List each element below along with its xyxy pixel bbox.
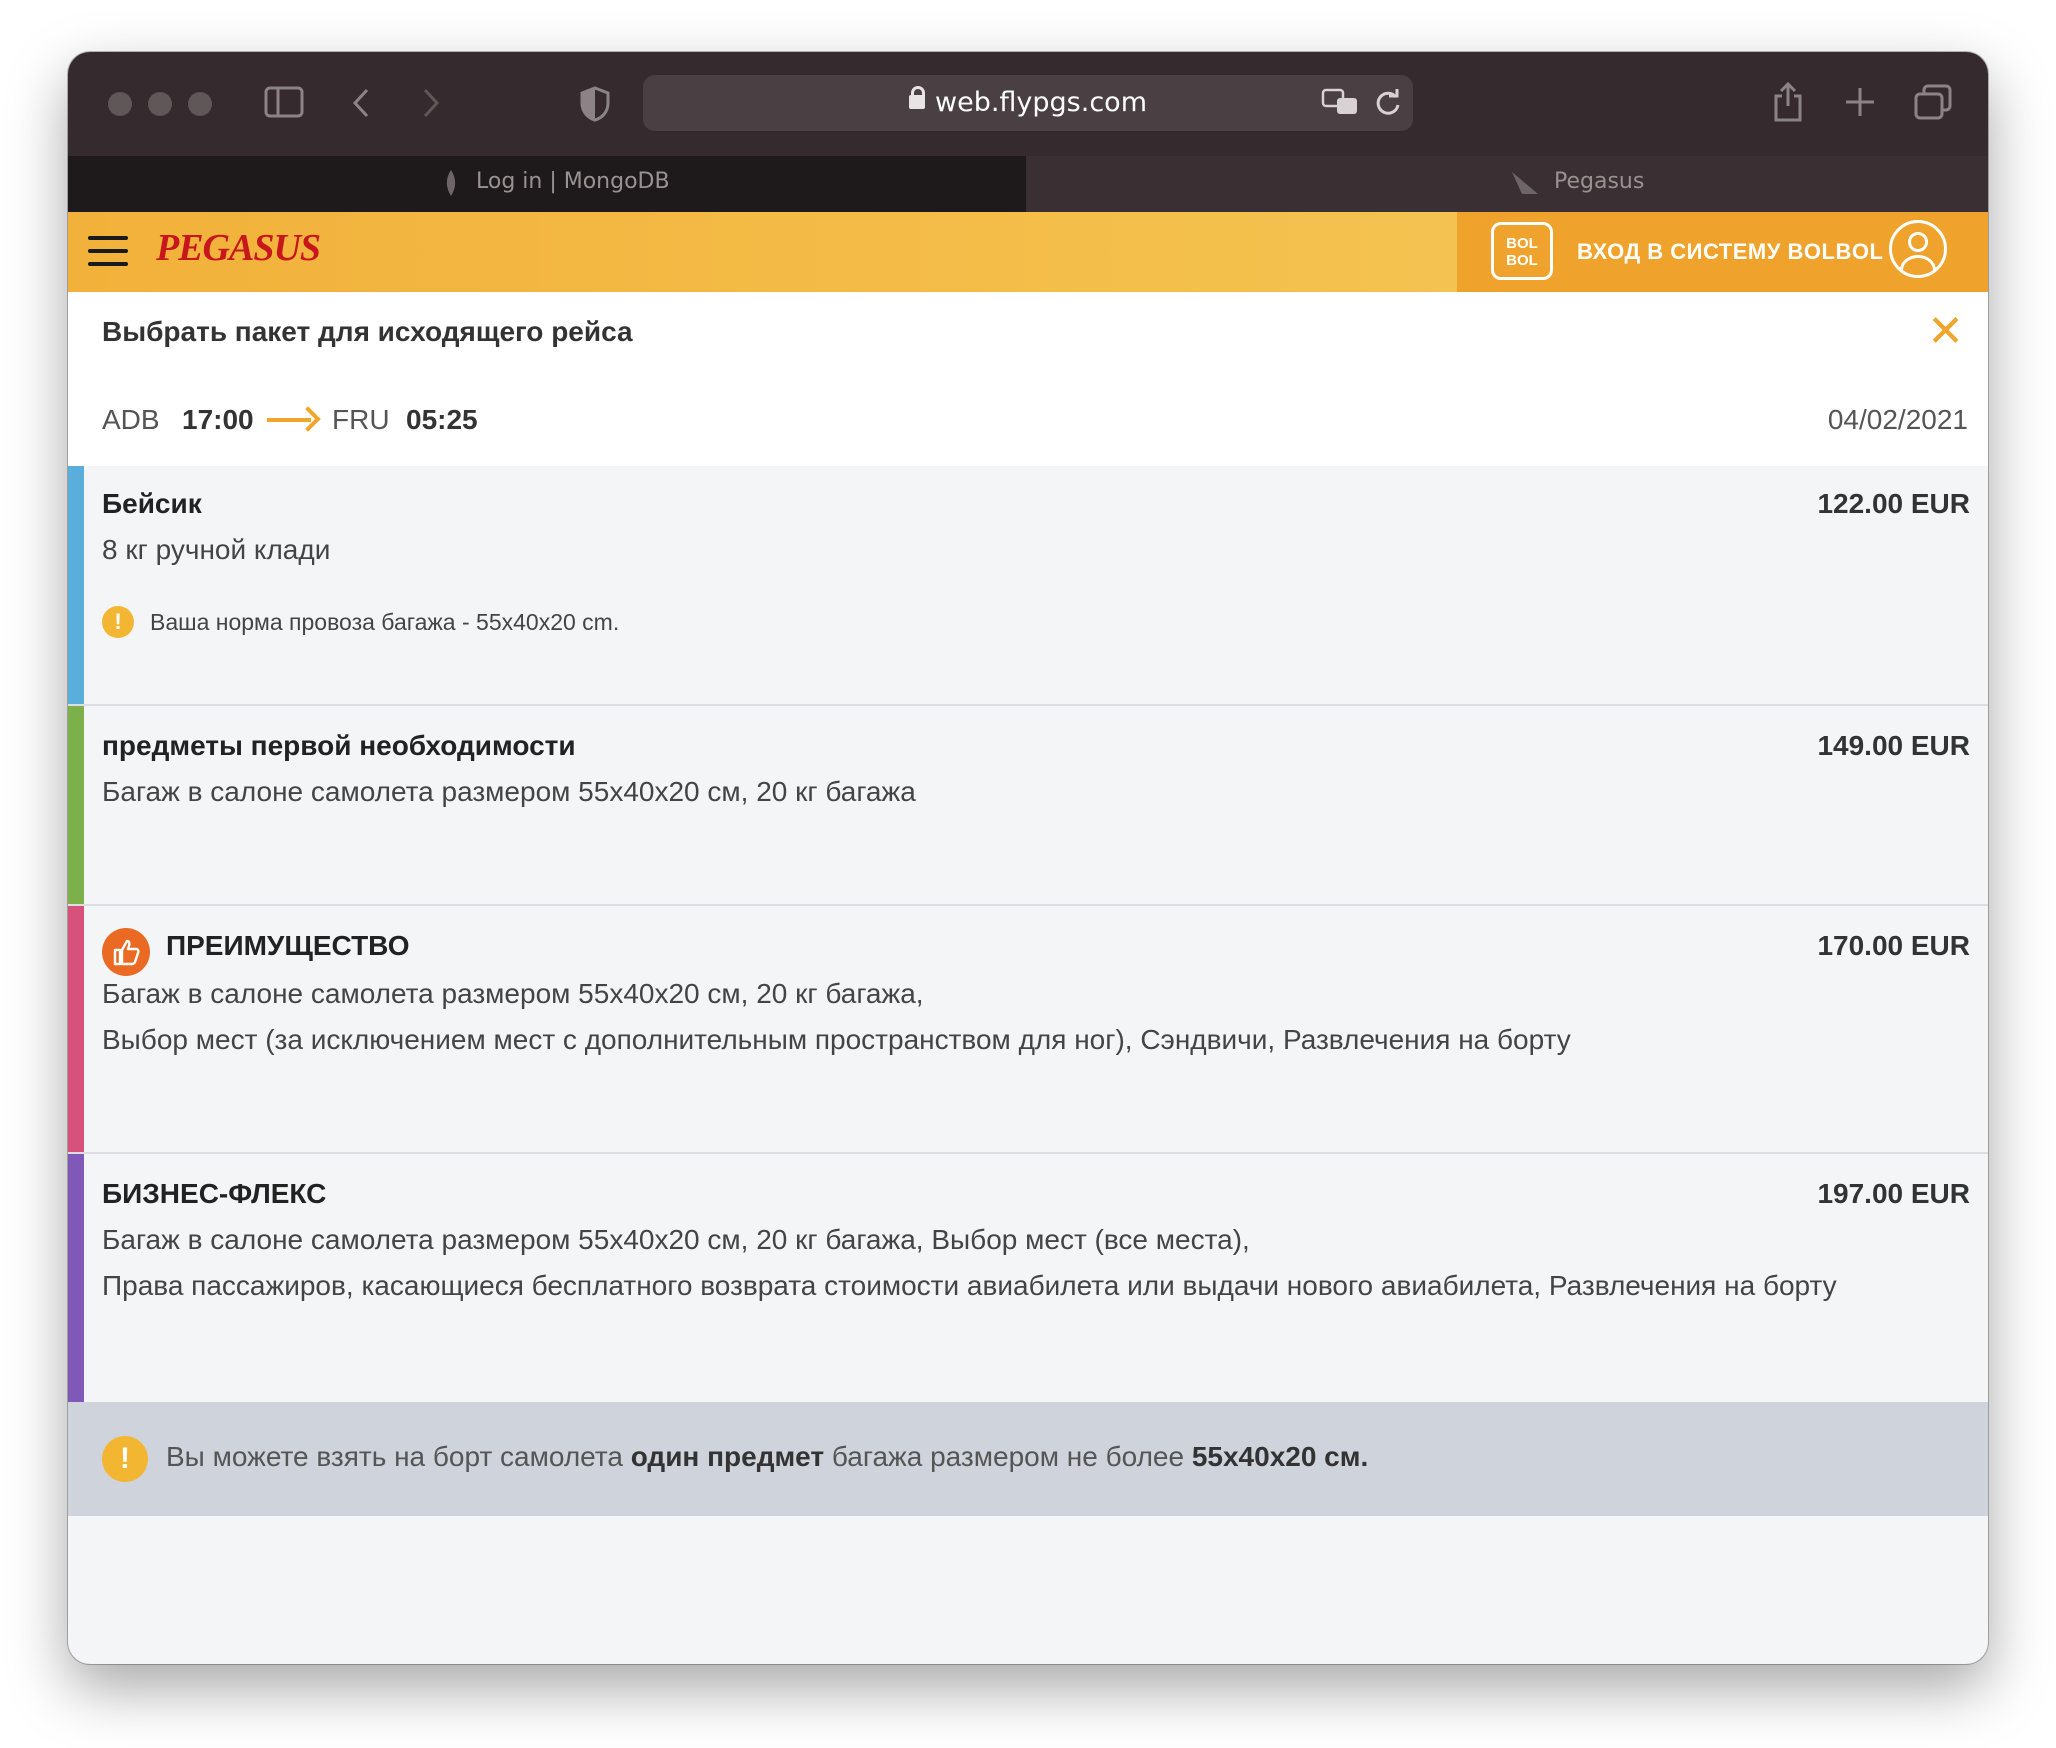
baggage-notice: ! Вы можете взять на борт самолета один … — [68, 1402, 1988, 1516]
package-description: 8 кг ручной клади — [102, 534, 331, 565]
new-tab-icon[interactable] — [1844, 86, 1876, 124]
package-description: Багаж в салоне самолета размером 55x40x2… — [102, 978, 924, 1009]
package-description: Багаж в салоне самолета размером 55x40x2… — [102, 776, 916, 807]
package-price: 122.00 EUR — [1817, 488, 1970, 519]
close-window-button[interactable] — [108, 92, 132, 116]
package-advantage[interactable]: ПРЕИМУЩЕСТВО 170.00 EUR Багаж в салоне с… — [68, 906, 1988, 1154]
tab-overview-icon[interactable] — [1914, 84, 1952, 126]
package-description: Багаж в салоне самолета размером 55x40x2… — [102, 1224, 1250, 1255]
departure-time: 17:00 — [182, 404, 254, 435]
url-text: web.flypgs.com — [935, 87, 1147, 118]
minimize-window-button[interactable] — [148, 92, 172, 116]
forward-icon[interactable] — [421, 88, 441, 124]
zoom-window-button[interactable] — [188, 92, 212, 116]
reload-icon[interactable] — [1374, 89, 1402, 123]
close-icon[interactable]: ✕ — [1927, 306, 1964, 357]
browser-toolbar: web.flypgs.com — [68, 52, 1988, 156]
bolbol-login[interactable]: BOL BOL ВХОД В СИСТЕМУ BOLBOL — [1457, 212, 1988, 292]
menu-icon[interactable] — [88, 236, 128, 266]
site-header: PEGASUS BOL BOL ВХОД В СИСТЕМУ BOLBOL — [68, 212, 1988, 292]
package-essentials[interactable]: предметы первой необходимости 149.00 EUR… — [68, 706, 1988, 906]
package-name: предметы первой необходимости — [102, 730, 576, 761]
tab-label: Pegasus — [1554, 169, 1645, 194]
package-color-bar — [68, 466, 84, 704]
package-price: 170.00 EUR — [1817, 930, 1970, 961]
bolbol-login-label[interactable]: ВХОД В СИСТЕМУ BOLBOL — [1577, 239, 1883, 265]
package-business-flex[interactable]: БИЗНЕС-ФЛЕКС 197.00 EUR Багаж в салоне с… — [68, 1154, 1988, 1402]
package-name: БИЗНЕС-ФЛЕКС — [102, 1178, 327, 1209]
notice-text: Вы можете взять на борт самолета один пр… — [166, 1441, 1369, 1472]
shield-icon[interactable] — [580, 86, 610, 128]
arrival-time: 05:25 — [406, 404, 478, 435]
package-name: ПРЕИМУЩЕСТВО — [166, 930, 410, 961]
destination-code: FRU — [332, 404, 390, 435]
tab-pegasus[interactable]: Pegasus — [1028, 156, 1988, 212]
arrow-right-icon — [267, 406, 321, 433]
bolbol-logo: BOL BOL — [1491, 222, 1553, 280]
package-description: Выбор мест (за исключением мест с дополн… — [102, 1024, 1571, 1055]
package-basic[interactable]: Бейсик 122.00 EUR 8 кг ручной клади ! Ва… — [68, 466, 1988, 706]
thumbs-up-icon — [102, 928, 150, 976]
warning-icon: ! — [102, 606, 134, 638]
package-price: 197.00 EUR — [1817, 1178, 1970, 1209]
sidebar-toggle-icon[interactable] — [264, 86, 304, 124]
package-name: Бейсик — [102, 488, 202, 519]
package-color-bar — [68, 706, 84, 904]
package-color-bar — [68, 1154, 84, 1402]
flight-route: ADB 17:00 FRU 05:25 04/02/2021 — [68, 374, 1988, 466]
address-bar[interactable]: web.flypgs.com — [643, 75, 1413, 131]
translate-icon[interactable] — [1321, 87, 1359, 123]
tab-bar: Log in | MongoDB Pegasus — [68, 156, 1988, 212]
share-icon[interactable] — [1772, 81, 1804, 128]
user-icon[interactable] — [1889, 220, 1947, 278]
browser-window: web.flypgs.com Log in | MongoDB Pegasus … — [68, 52, 1988, 1664]
lock-icon — [909, 86, 925, 109]
package-price: 149.00 EUR — [1817, 730, 1970, 761]
back-icon[interactable] — [351, 88, 371, 124]
package-color-bar — [68, 906, 84, 1152]
mongodb-leaf-icon — [444, 170, 458, 203]
pegasus-logo[interactable]: PEGASUS — [156, 226, 321, 270]
package-description: Права пассажиров, касающиеся бесплатного… — [102, 1270, 1837, 1301]
package-note: Ваша норма провоза багажа - 55x40x20 cm. — [150, 609, 620, 635]
pegasus-tab-icon — [1510, 170, 1540, 201]
flight-date: 04/02/2021 — [1827, 404, 1968, 435]
panel-header: Выбрать пакет для исходящего рейса ✕ — [68, 292, 1988, 374]
origin-code: ADB — [102, 404, 160, 435]
warning-icon: ! — [102, 1436, 148, 1482]
tab-label: Log in | MongoDB — [476, 169, 670, 194]
page-title: Выбрать пакет для исходящего рейса — [102, 316, 633, 347]
tab-mongodb[interactable]: Log in | MongoDB — [68, 156, 1026, 212]
